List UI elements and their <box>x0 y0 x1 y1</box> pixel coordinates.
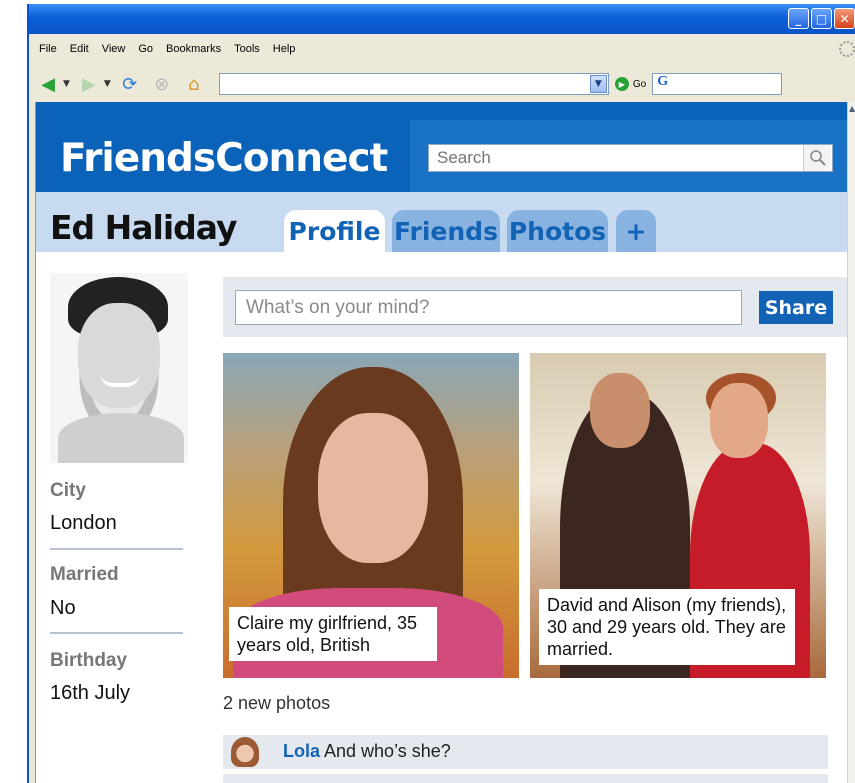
status-input[interactable]: What’s on your mind? <box>235 290 742 325</box>
menu-help[interactable]: Help <box>273 43 296 55</box>
menu-tools[interactable]: Tools <box>234 43 260 55</box>
throbber-icon <box>839 41 855 57</box>
info-divider <box>50 548 183 550</box>
comment-body: And who’s she? <box>320 741 451 761</box>
city-label: City <box>50 480 86 501</box>
google-search-box[interactable]: G <box>652 73 783 95</box>
share-button[interactable]: Share <box>759 291 833 324</box>
search-input[interactable] <box>428 144 833 172</box>
profile-name: Ed Haliday <box>50 208 238 247</box>
comment-author[interactable]: Lola <box>283 741 320 761</box>
comment: Lola And who’s she? <box>223 735 828 769</box>
new-photos-count: 2 new photos <box>223 693 331 713</box>
title-bar: _ □ ✕ <box>29 4 855 34</box>
birthday-label: Birthday <box>50 650 128 671</box>
stop-icon[interactable]: ⊗ <box>149 71 175 97</box>
go-label: Go <box>632 78 647 90</box>
go-button[interactable]: ▶ Go <box>614 77 647 91</box>
home-icon[interactable]: ⌂ <box>181 71 207 97</box>
married-label: Married <box>50 564 119 585</box>
page-viewport: FriendsConnect Ed Haliday Profile Friend… <box>35 102 853 783</box>
address-bar[interactable]: ▼ <box>218 73 609 95</box>
menu-bookmarks[interactable]: Bookmarks <box>166 43 221 55</box>
comment <box>223 774 828 783</box>
scroll-up-icon[interactable]: ▲ <box>849 104 855 114</box>
go-icon: ▶ <box>614 77 629 91</box>
site-logo[interactable]: FriendsConnect <box>60 136 388 181</box>
photo-caption: David and Alison (my friends), 30 and 29… <box>539 589 795 665</box>
reload-icon[interactable]: ⟳ <box>117 71 143 97</box>
vertical-scrollbar[interactable]: ▲ <box>847 102 855 783</box>
browser-window: _ □ ✕ File Edit View Go Bookmarks Tools … <box>27 4 855 783</box>
search-button[interactable] <box>803 145 831 171</box>
tab-add[interactable]: + <box>616 210 656 252</box>
window-controls: _ □ ✕ <box>788 8 855 29</box>
forward-dropdown-icon[interactable]: ▼ <box>104 79 111 89</box>
comment-text: Lola And who’s she? <box>283 741 451 762</box>
menu-go[interactable]: Go <box>138 43 153 55</box>
birthday-value: 16th July <box>50 682 131 704</box>
menu-bar: File Edit View Go Bookmarks Tools Help <box>29 34 855 64</box>
back-icon[interactable]: ◀ <box>35 71 61 97</box>
menu-file[interactable]: File <box>39 43 57 55</box>
profile-header: Ed Haliday Profile Friends Photos + <box>36 192 853 252</box>
close-button[interactable]: ✕ <box>834 8 855 29</box>
commenter-avatar[interactable] <box>231 737 259 767</box>
forward-icon[interactable]: ▶ <box>76 71 102 97</box>
photo-caption: Claire my girlfriend, 35 years old, Brit… <box>229 607 437 661</box>
navigation-toolbar: ◀ ▼ ▶ ▼ ⟳ ⊗ ⌂ ▼ ▶ Go G <box>29 66 855 102</box>
avatar[interactable] <box>50 273 188 463</box>
tab-profile[interactable]: Profile <box>284 210 385 252</box>
menu-edit[interactable]: Edit <box>70 43 89 55</box>
address-dropdown-icon[interactable]: ▼ <box>589 75 607 93</box>
back-dropdown-icon[interactable]: ▼ <box>63 79 70 89</box>
married-value: No <box>50 597 76 619</box>
magnifier-icon <box>809 150 826 166</box>
maximize-button[interactable]: □ <box>811 8 832 29</box>
city-value: London <box>50 512 117 534</box>
tab-friends[interactable]: Friends <box>392 210 500 252</box>
tab-photos[interactable]: Photos <box>507 210 608 252</box>
minimize-button[interactable]: _ <box>788 8 809 29</box>
info-divider <box>50 632 183 634</box>
menu-view[interactable]: View <box>102 43 126 55</box>
